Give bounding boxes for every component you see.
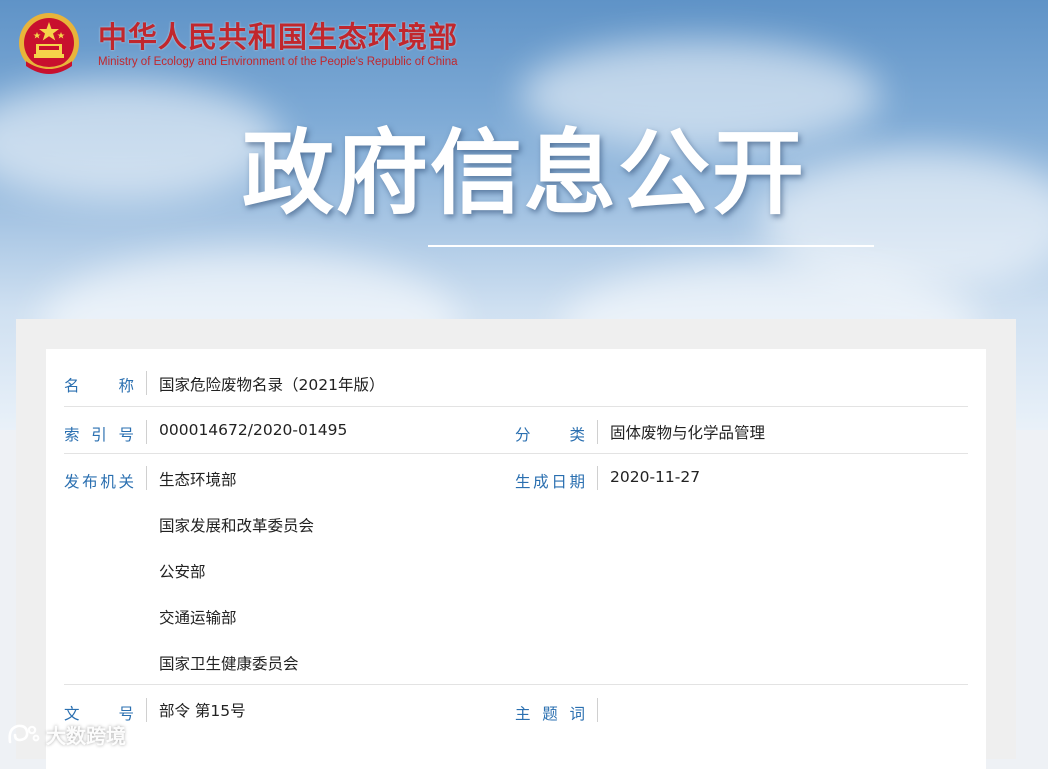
category-label: 分 类 bbox=[515, 426, 585, 444]
issuer-item: 国家卫生健康委员会 bbox=[159, 655, 299, 673]
category-value: 固体废物与化学品管理 bbox=[610, 424, 766, 442]
date-value: 2020-11-27 bbox=[610, 468, 701, 486]
date-label: 生成日期 bbox=[515, 473, 585, 491]
cloud-decoration bbox=[0, 80, 280, 200]
keywords-label: 主 题 词 bbox=[515, 705, 585, 723]
label-divider bbox=[146, 420, 147, 444]
index-value: 000014672/2020-01495 bbox=[159, 421, 348, 439]
issuer-item: 公安部 bbox=[159, 563, 206, 581]
label-divider bbox=[597, 698, 598, 722]
name-value: 国家危险废物名录（2021年版） bbox=[159, 376, 385, 394]
label-divider bbox=[146, 698, 147, 722]
label-divider bbox=[597, 420, 598, 444]
watermark-text: 大数跨境 bbox=[46, 723, 126, 748]
label-divider bbox=[146, 371, 147, 395]
info-row-index: 索 引 号 000014672/2020-01495 分 类 固体废物与化学品管… bbox=[64, 407, 968, 454]
label-divider bbox=[146, 466, 147, 490]
banner-title: 政府信息公开 bbox=[242, 120, 807, 227]
docno-value: 部令 第15号 bbox=[159, 702, 246, 720]
index-label: 索 引 号 bbox=[64, 426, 134, 444]
watermark: 大数跨境 bbox=[6, 718, 126, 750]
banner-divider bbox=[428, 245, 874, 247]
issuer-item: 交通运输部 bbox=[159, 609, 237, 627]
issuer-item: 国家发展和改革委员会 bbox=[159, 517, 315, 535]
brand-logo-icon bbox=[8, 724, 40, 744]
site-title-en[interactable]: Ministry of Ecology and Environment of t… bbox=[98, 56, 458, 68]
info-row-docno: 文 号 部令 第15号 主 题 词 bbox=[64, 685, 968, 735]
site-title-cn[interactable]: 中华人民共和国生态环境部 bbox=[98, 14, 458, 56]
info-row-name: 名 称 国家危险废物名录（2021年版） bbox=[64, 362, 968, 407]
name-label: 名 称 bbox=[64, 377, 134, 395]
issuer-label: 发布机关 bbox=[64, 473, 134, 491]
info-row-issuer: 发布机关 生态环境部 国家发展和改革委员会 公安部 交通运输部 国家卫生健康委员… bbox=[64, 454, 968, 685]
issuer-item: 生态环境部 bbox=[159, 471, 237, 489]
label-divider bbox=[597, 466, 598, 490]
national-emblem-icon[interactable] bbox=[16, 10, 82, 82]
